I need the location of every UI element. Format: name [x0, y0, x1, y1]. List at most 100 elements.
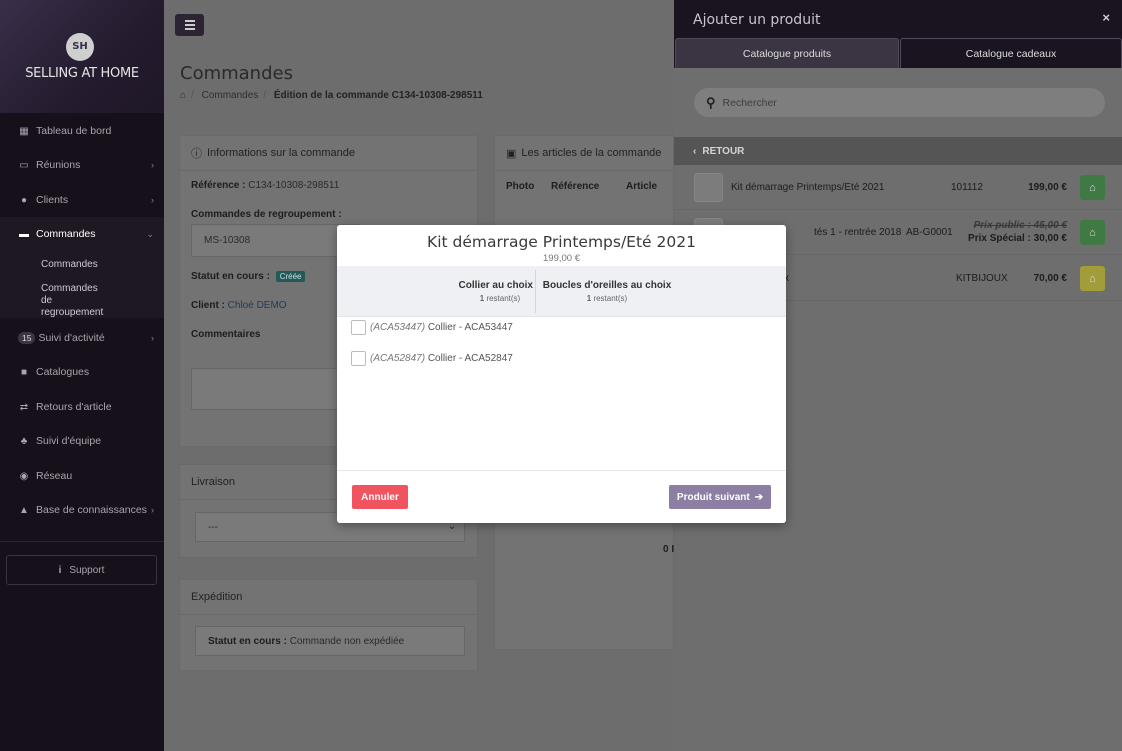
sidebar-item-orders[interactable]: ▬ Commandes ⌄: [0, 217, 164, 252]
sidebar-item-label: Suivi d'activité: [38, 332, 105, 345]
special-price: Prix Spécial : 30,00 €: [968, 233, 1067, 244]
info-circle-icon: ⓘ: [191, 148, 202, 160]
arrow-right-icon: ➔: [754, 491, 764, 503]
group-label: Commandes de regroupement :: [191, 209, 342, 220]
menu-toggle-button[interactable]: [175, 14, 204, 36]
home-icon[interactable]: ⌂: [180, 90, 186, 101]
tab-product-catalog[interactable]: Catalogue produits: [675, 38, 899, 68]
page-title: Commandes: [180, 63, 293, 84]
reference-row: Référence : C134-10308-298511: [191, 180, 339, 191]
chevron-right-icon: ›: [151, 195, 154, 205]
sidebar-item-label: Tableau de bord: [36, 125, 112, 138]
tab-gift-catalog[interactable]: Catalogue cadeaux: [900, 38, 1122, 68]
exchange-icon: ⇄: [19, 401, 29, 413]
client-label: Client :: [191, 300, 225, 311]
option-item[interactable]: (ACA52847) Collier - ACA52847: [351, 351, 513, 366]
column-title: Collier au choix: [458, 280, 533, 291]
status-badge: Créée: [275, 271, 306, 282]
chevron-down-icon: ⌄: [146, 229, 154, 239]
modal-title: Kit démarrage Printemps/Eté 2021: [427, 233, 696, 251]
sidebar-item-label: Commandes: [36, 228, 96, 241]
search-input[interactable]: ⚲ Rechercher: [694, 88, 1105, 117]
sidebar-item-returns[interactable]: ⇄ Retours d'article: [0, 390, 164, 425]
group-field[interactable]: MS-10308: [191, 224, 361, 257]
basket-icon: ⌂: [1089, 226, 1096, 239]
brand-header: SH SELLING AT HOME: [0, 0, 164, 113]
comments-label: Commentaires: [191, 329, 261, 340]
comments-textarea[interactable]: [191, 368, 341, 410]
product-price: 199,00 €: [1028, 181, 1067, 193]
logo-icon: SH: [66, 33, 94, 61]
basket-icon: ⌂: [1089, 181, 1096, 194]
breadcrumb: ⌂ / Commandes / Édition de la commande C13…: [180, 90, 483, 101]
sidebar-item-clients[interactable]: ● Clients ›: [0, 183, 164, 218]
close-icon[interactable]: ×: [1102, 10, 1110, 25]
breadcrumb-orders[interactable]: Commandes: [202, 90, 259, 101]
sidebar-item-dashboard[interactable]: ▦ Tableau de bord: [0, 114, 164, 149]
sidebar-item-activity[interactable]: 15 Suivi d'activité ›: [0, 321, 164, 356]
sidebar-item-knowledge[interactable]: ▲ Base de connaissances ›: [0, 493, 164, 528]
product-name: tés 1 - rentrée 2018: [814, 226, 902, 238]
chevron-right-icon: ›: [151, 505, 154, 515]
product-ref: KITBIJOUX: [956, 272, 1008, 284]
search-icon: ⚲: [706, 94, 716, 110]
sidebar-item-catalogs[interactable]: ■ Catalogues: [0, 355, 164, 390]
cancel-button[interactable]: Annuler: [352, 485, 408, 509]
client-link[interactable]: Chloé DEMO: [228, 300, 287, 311]
sidebar-item-label: Clients: [36, 194, 69, 207]
sidebar: SH SELLING AT HOME ▦ Tableau de bord ▭ R…: [0, 0, 164, 751]
add-to-cart-button[interactable]: ⌂: [1080, 220, 1105, 245]
sidebar-item-meetings[interactable]: ▭ Réunions ›: [0, 148, 164, 183]
sidebar-subitem-grouped-orders[interactable]: Commandes de regroupement: [0, 283, 110, 319]
option-code: (ACA53447): [370, 322, 426, 333]
column-necklace: Collier au choix 1 restant(s): [437, 280, 533, 303]
status-label: Statut en cours :: [191, 271, 270, 282]
modal-price: 199,00 €: [543, 253, 580, 264]
option-label: Collier - ACA52847: [427, 353, 513, 364]
search-placeholder: Rechercher: [722, 96, 777, 109]
breadcrumb-current: Édition de la commande C134-10308-298511: [273, 90, 483, 101]
drawer-header: Ajouter un produit × Catalogue produits …: [674, 0, 1122, 68]
sidebar-subitem-orders[interactable]: Commandes: [0, 259, 98, 271]
sidebar-item-network[interactable]: ◉ Réseau: [0, 459, 164, 494]
chevron-right-icon: ›: [151, 333, 154, 343]
support-label: Support: [69, 564, 105, 576]
basket-icon: ⌂: [1089, 272, 1096, 285]
partial-total: 0 I: [663, 544, 675, 555]
option-checkbox[interactable]: [351, 351, 366, 366]
credit-card-icon: ▬: [19, 228, 29, 240]
next-product-button[interactable]: Produit suivant ➔: [669, 485, 771, 509]
product-price-block: Prix public : 45,00 € Prix Spécial : 30,…: [968, 219, 1067, 245]
shipping-status-label: Statut en cours :: [208, 636, 287, 647]
brand-logo-text: SELLING AT HOME: [25, 66, 139, 81]
info-icon: i: [58, 564, 62, 576]
next-label: Produit suivant: [676, 491, 750, 503]
column-title: Boucles d'oreilles au choix: [542, 280, 672, 291]
option-item[interactable]: (ACA53447) Collier - ACA53447: [351, 320, 513, 335]
option-code: (ACA52847): [370, 353, 426, 364]
support-button[interactable]: i Support: [6, 555, 157, 585]
column-earrings: Boucles d'oreilles au choix 1 restant(s): [542, 280, 672, 303]
sidebar-item-team[interactable]: ♣ Suivi d'équipe: [0, 424, 164, 459]
sidebar-item-label: Réunions: [36, 159, 81, 172]
status-row: Statut en cours : Créée: [191, 271, 306, 282]
option-checkbox[interactable]: [351, 320, 366, 335]
shipping-header: Expédition: [180, 580, 477, 615]
group-value: MS-10308: [204, 235, 251, 246]
catalog-icon: ■: [20, 366, 28, 378]
sidebar-item-label: Catalogues: [36, 366, 90, 379]
reference-label: Référence :: [191, 180, 246, 191]
product-price: 70,00 €: [1033, 272, 1067, 284]
column-remaining: 1 restant(s): [479, 294, 521, 303]
calendar-icon: ▭: [19, 159, 29, 171]
product-ref: AB-G0001: [906, 226, 953, 238]
activity-count-badge: 15: [18, 332, 36, 345]
articles-header: ▣ Les articles de la commande: [495, 136, 673, 171]
shipping-status-value: Commande non expédiée: [289, 636, 405, 647]
sitemap-icon: ♣: [20, 435, 28, 447]
add-to-cart-button[interactable]: ⌂: [1080, 175, 1105, 200]
add-to-cart-button[interactable]: ⌂: [1080, 266, 1105, 291]
back-button[interactable]: ‹ RETOUR: [674, 137, 1122, 165]
sidebar-item-label: Retours d'article: [36, 401, 112, 414]
back-label: RETOUR: [702, 145, 745, 157]
